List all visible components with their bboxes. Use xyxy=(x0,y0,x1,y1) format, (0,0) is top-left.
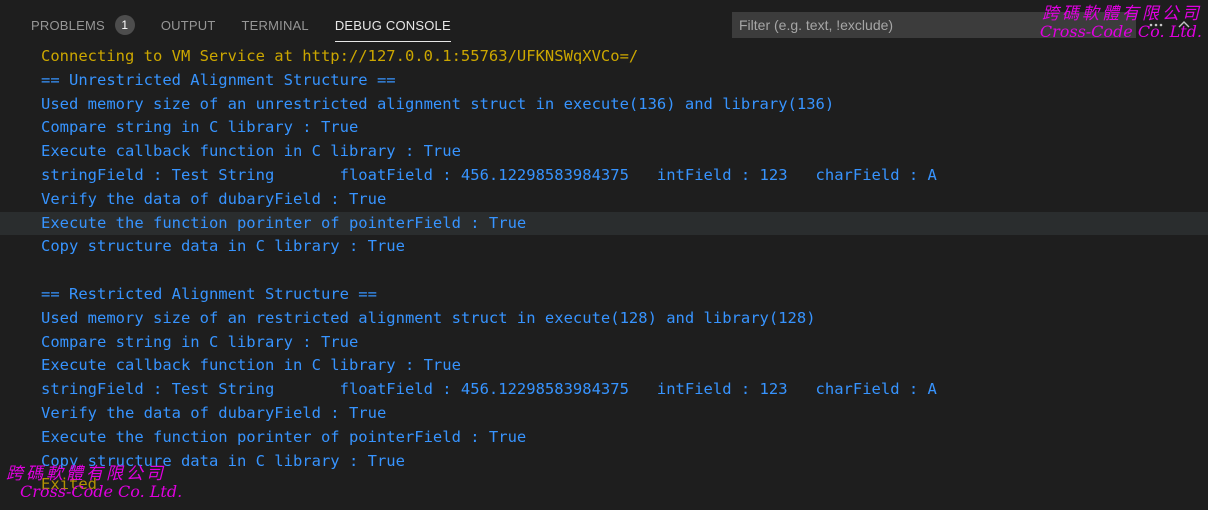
console-line: Copy structure data in C library : True xyxy=(41,237,405,256)
console-line: Verify the data of dubaryField : True xyxy=(41,189,387,208)
console-line: Copy structure data in C library : True xyxy=(41,451,405,470)
tab-label: TERMINAL xyxy=(241,17,309,33)
panel-header: PROBLEMS 1 OUTPUT TERMINAL DEBUG CONSOLE xyxy=(0,6,1208,44)
console-line: Used memory size of an unrestricted alig… xyxy=(41,94,835,113)
console-line-vm-connect: Connecting to VM Service at http://127.0… xyxy=(41,47,639,65)
chevron-up-icon[interactable] xyxy=(1176,17,1192,33)
ellipsis-icon[interactable] xyxy=(1148,17,1164,33)
console-line: == Unrestricted Alignment Structure == xyxy=(41,70,396,89)
tab-problems[interactable]: PROBLEMS 1 xyxy=(18,6,148,44)
filter-box xyxy=(732,12,1136,38)
debug-panel: PROBLEMS 1 OUTPUT TERMINAL DEBUG CONSOLE xyxy=(0,0,1208,510)
tab-terminal[interactable]: TERMINAL xyxy=(229,6,322,44)
console-line: Execute callback function in C library :… xyxy=(41,356,461,375)
tab-label: OUTPUT xyxy=(160,17,216,33)
console-line-hovered: Execute the function porinter of pointer… xyxy=(0,211,1208,236)
console-line: == Restricted Alignment Structure == xyxy=(41,284,377,303)
debug-console-output: Connecting to VM Service at http://127.0… xyxy=(0,45,1208,510)
console-line: Execute callback function in C library :… xyxy=(41,142,461,161)
console-line: Verify the data of dubaryField : True xyxy=(41,403,387,422)
console-line: stringField : Test String floatField : 4… xyxy=(41,380,937,399)
panel-actions xyxy=(1148,17,1192,33)
tab-label: DEBUG CONSOLE xyxy=(334,17,451,33)
console-line: Compare string in C library : True xyxy=(41,118,359,137)
problems-count-badge: 1 xyxy=(114,15,135,35)
console-line: Execute the function porinter of pointer… xyxy=(41,427,527,446)
tab-label: PROBLEMS xyxy=(31,17,105,33)
console-line-exited: Exited xyxy=(41,475,97,494)
panel-tabs: PROBLEMS 1 OUTPUT TERMINAL DEBUG CONSOLE xyxy=(18,6,464,44)
tab-debug-console[interactable]: DEBUG CONSOLE xyxy=(322,6,464,44)
filter-input[interactable] xyxy=(733,17,1135,33)
console-line: Compare string in C library : True xyxy=(41,332,359,351)
console-line: Used memory size of an restricted alignm… xyxy=(41,308,816,327)
console-line: stringField : Test String floatField : 4… xyxy=(41,165,937,184)
tab-output[interactable]: OUTPUT xyxy=(148,6,229,44)
